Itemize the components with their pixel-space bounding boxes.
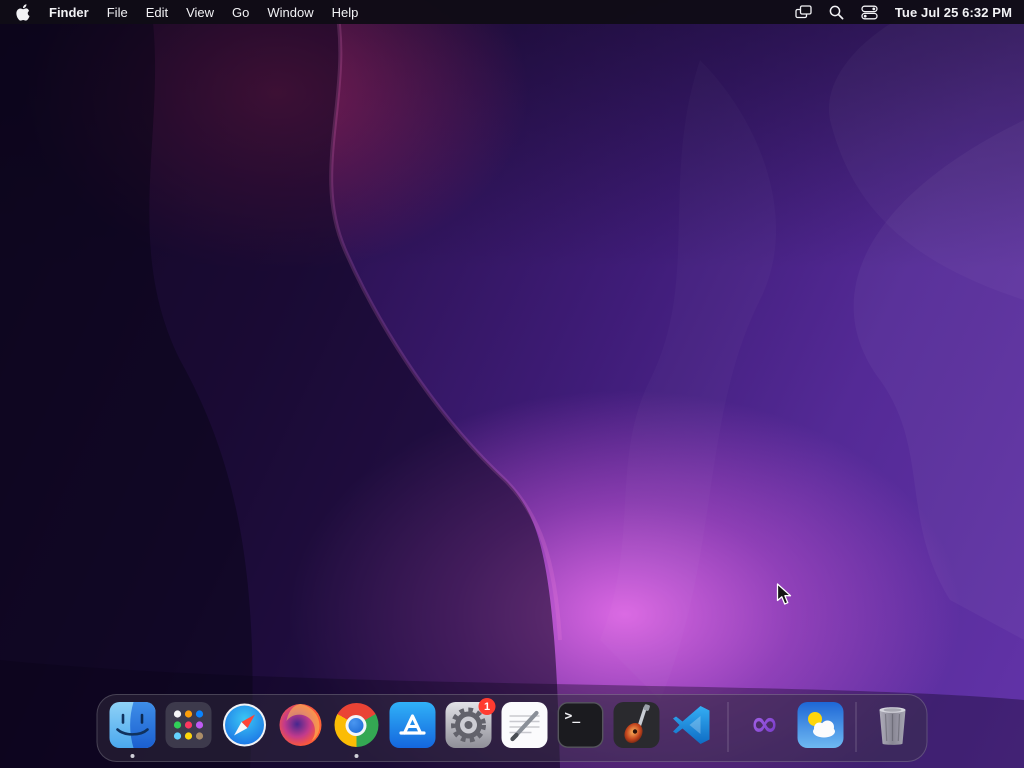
desktop[interactable]: Finder File Edit View Go Window Help Tue… bbox=[0, 0, 1024, 768]
trash-icon bbox=[869, 702, 915, 748]
running-indicator bbox=[354, 754, 358, 758]
svg-text:∞: ∞ bbox=[750, 704, 778, 744]
finder-icon bbox=[109, 702, 155, 748]
menu-item-go[interactable]: Go bbox=[223, 0, 258, 24]
dock-item-system-preferences[interactable]: 1 bbox=[445, 698, 496, 752]
terminal-icon: >_ bbox=[557, 702, 603, 748]
chrome-icon bbox=[333, 702, 379, 748]
dock-item-firefox[interactable] bbox=[277, 702, 324, 752]
safari-icon bbox=[221, 702, 267, 748]
menu-item-view[interactable]: View bbox=[177, 0, 223, 24]
wallpaper-ridges bbox=[0, 0, 1024, 768]
dock-item-garageband[interactable] bbox=[613, 702, 660, 752]
dock-separator bbox=[727, 702, 729, 752]
menu-bar-clock[interactable]: Tue Jul 25 6:32 PM bbox=[895, 5, 1012, 20]
dock-item-launchpad[interactable] bbox=[165, 702, 212, 752]
notification-badge: 1 bbox=[478, 698, 496, 715]
svg-text:>_: >_ bbox=[564, 709, 580, 724]
app-store-icon bbox=[389, 702, 435, 748]
visual-studio-icon: ∞ bbox=[741, 702, 787, 748]
textedit-icon bbox=[501, 702, 547, 748]
running-indicator bbox=[130, 754, 134, 758]
dock-item-visual-studio[interactable]: ∞ bbox=[741, 702, 788, 752]
dock-item-weather[interactable] bbox=[797, 702, 844, 752]
vscode-icon bbox=[669, 702, 715, 748]
menu-bar-left: Finder File Edit View Go Window Help bbox=[0, 0, 367, 24]
weather-icon bbox=[797, 702, 843, 748]
dock-item-trash[interactable] bbox=[869, 702, 916, 752]
menu-item-edit[interactable]: Edit bbox=[137, 0, 177, 24]
apple-logo-icon bbox=[16, 3, 30, 21]
screen-mirroring-icon[interactable] bbox=[795, 5, 812, 19]
dock-item-textedit[interactable] bbox=[501, 702, 548, 752]
dock-item-app-store[interactable] bbox=[389, 702, 436, 752]
dock-item-safari[interactable] bbox=[221, 702, 268, 752]
menu-bar-status: Tue Jul 25 6:32 PM bbox=[795, 0, 1024, 24]
dock: 1 >_ ∞ bbox=[96, 694, 928, 762]
dock-item-chrome[interactable] bbox=[333, 702, 380, 758]
firefox-icon bbox=[277, 702, 323, 748]
menu-item-window[interactable]: Window bbox=[258, 0, 322, 24]
garageband-icon bbox=[613, 702, 659, 748]
search-icon[interactable] bbox=[829, 5, 844, 20]
dock-item-terminal[interactable]: >_ bbox=[557, 702, 604, 752]
menu-bar: Finder File Edit View Go Window Help Tue… bbox=[0, 0, 1024, 24]
menu-item-help[interactable]: Help bbox=[323, 0, 368, 24]
menu-item-file[interactable]: File bbox=[98, 0, 137, 24]
dock-item-finder[interactable] bbox=[109, 702, 156, 758]
apple-menu[interactable] bbox=[10, 0, 40, 24]
dock-item-vscode[interactable] bbox=[669, 702, 716, 752]
dock-separator bbox=[855, 702, 857, 752]
launchpad-icon bbox=[165, 702, 211, 748]
control-center-icon[interactable] bbox=[861, 5, 878, 20]
menu-item-finder[interactable]: Finder bbox=[40, 0, 98, 24]
desktop-wallpaper bbox=[0, 0, 1024, 768]
